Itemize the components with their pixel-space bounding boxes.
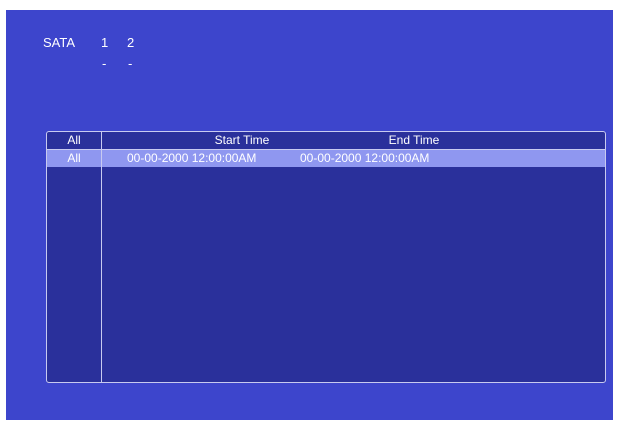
row-all-cell: All [67, 151, 81, 165]
table-row[interactable]: All 00-00-2000 12:00:00AM 00-00-2000 12:… [47, 150, 605, 167]
disk-1-number[interactable]: 1 [101, 35, 108, 50]
header-start-time: Start Time [214, 133, 270, 147]
row-start-time-cell: 00-00-2000 12:00:00AM [127, 151, 257, 165]
table-header-row: All Start Time End Time [47, 132, 605, 150]
row-end-time-cell: 00-00-2000 12:00:00AM [300, 151, 430, 165]
playback-screen: SATA 1 2 - - All Start Time End Time All… [6, 10, 613, 420]
header-end-time: End Time [388, 133, 440, 147]
disk-2-number[interactable]: 2 [127, 35, 134, 50]
column-divider [101, 132, 102, 382]
sata-label: SATA [43, 35, 76, 50]
disk-2-status: - [128, 56, 133, 71]
disk-1-status: - [102, 56, 107, 71]
record-list-table: All Start Time End Time All 00-00-2000 1… [46, 131, 606, 383]
header-all[interactable]: All [47, 132, 101, 149]
